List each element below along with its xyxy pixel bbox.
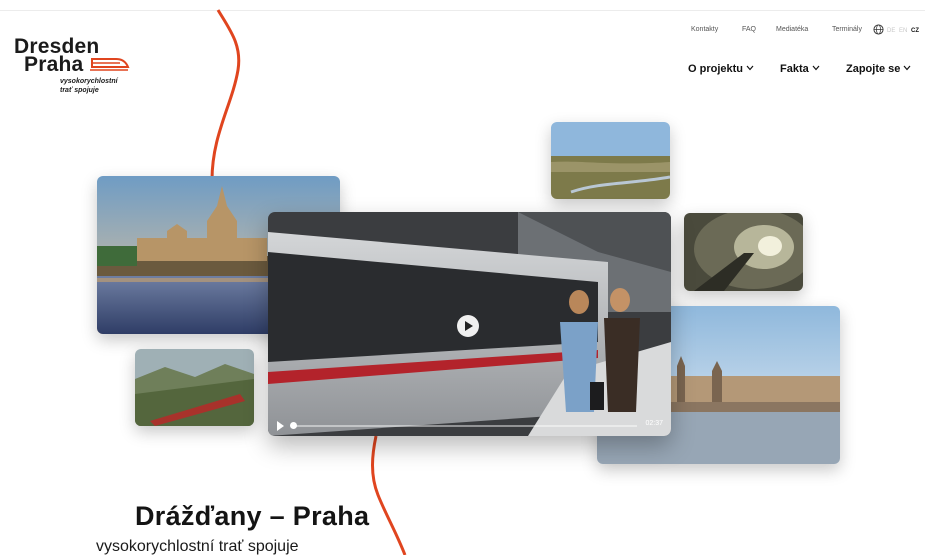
photo-elbe-valley	[551, 122, 670, 199]
logo-tagline-line2: trať spojuje	[60, 87, 99, 94]
nav-zapojte-se[interactable]: Zapojte se	[846, 63, 911, 75]
nav-fakta[interactable]: Fakta	[780, 63, 820, 75]
lang-de[interactable]: DE	[887, 28, 895, 34]
photo-tunnel	[684, 213, 803, 291]
chevron-down-icon	[746, 65, 754, 71]
lang-cz[interactable]: CZ	[911, 28, 919, 34]
site-logo[interactable]: Dresden Praha vysokorychlostní trať spoj…	[14, 36, 134, 106]
nav-o-projektu[interactable]: O projektu	[688, 63, 754, 75]
nav-fakta-label: Fakta	[780, 63, 809, 75]
play-icon[interactable]	[277, 421, 284, 431]
top-divider	[0, 10, 925, 11]
play-button[interactable]	[457, 315, 479, 337]
progress-track[interactable]	[292, 425, 637, 427]
hero-subtitle: vysokorychlostní trať spojuje	[96, 538, 299, 555]
link-kontakty[interactable]: Kontakty	[691, 26, 718, 33]
link-terminaly[interactable]: Terminály	[832, 26, 862, 33]
chevron-down-icon	[812, 65, 820, 71]
utility-nav: Kontakty FAQ Mediatéka Terminály	[0, 26, 925, 40]
globe-icon	[873, 24, 884, 35]
train-icon	[90, 58, 130, 71]
link-faq[interactable]: FAQ	[742, 26, 756, 33]
progress-knob[interactable]	[290, 422, 297, 429]
chevron-down-icon	[903, 65, 911, 71]
logo-praha: Praha	[24, 53, 84, 76]
link-mediateka[interactable]: Mediatéka	[776, 26, 808, 33]
lang-en[interactable]: EN	[899, 28, 907, 34]
video-duration: 02:37	[645, 420, 663, 427]
nav-o-projektu-label: O projektu	[688, 63, 744, 75]
video-controls: 02:37	[268, 416, 671, 436]
video-player[interactable]: 02:37	[268, 212, 671, 436]
logo-tagline: vysokorychlostní trať spojuje	[60, 77, 118, 95]
logo-tagline-line1: vysokorychlostní	[60, 78, 118, 85]
hero-title: Drážďany – Praha	[135, 501, 370, 531]
nav-zapojte-se-label: Zapojte se	[846, 63, 901, 75]
photo-freight-train	[135, 349, 254, 426]
